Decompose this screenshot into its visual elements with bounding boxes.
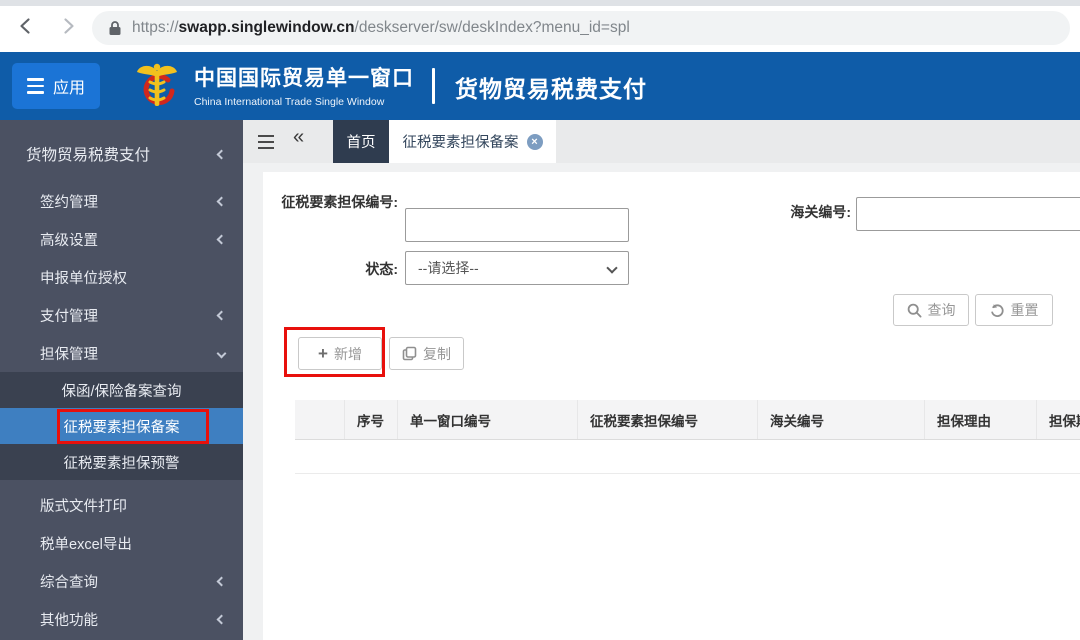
module-title: 货物贸易税费支付 bbox=[455, 70, 647, 104]
results-table: 序号单一窗口编号征税要素担保编号海关编号担保理由担保期限 bbox=[295, 400, 1080, 474]
tabbar-hamburger-icon[interactable] bbox=[258, 135, 274, 149]
apps-menu-label: 应用 bbox=[53, 74, 85, 98]
sidebar-item[interactable]: 申报单位授权 bbox=[0, 258, 243, 296]
url-text: https://swapp.singlewindow.cn/deskserver… bbox=[132, 19, 630, 37]
url-scheme: https:// bbox=[132, 19, 179, 36]
sidebar-subitem-label: 征税要素担保预警 bbox=[64, 452, 180, 473]
table-column-header: 担保理由 bbox=[925, 400, 1037, 439]
sidebar-item[interactable]: 税单excel导出 bbox=[0, 524, 243, 562]
browser-back-icon[interactable] bbox=[14, 14, 38, 38]
customs-no-input[interactable] bbox=[856, 197, 1080, 231]
sidebar-item-label: 高级设置 bbox=[40, 229, 98, 250]
sidebar-root-label: 货物贸易税费支付 bbox=[26, 143, 150, 165]
sidebar-root-item[interactable]: 货物贸易税费支付 bbox=[0, 132, 243, 176]
table-empty-row bbox=[295, 440, 1080, 474]
copy-button[interactable]: 复制 bbox=[389, 337, 464, 370]
search-button[interactable]: 查询 bbox=[893, 294, 969, 326]
header-divider bbox=[432, 68, 435, 104]
apps-hamburger-icon bbox=[27, 78, 44, 94]
search-button-label: 查询 bbox=[928, 300, 956, 320]
sidebar: 货物贸易税费支付 签约管理高级设置申报单位授权支付管理担保管理保函/保险备案查询… bbox=[0, 120, 243, 640]
status-label: 状态: bbox=[280, 260, 398, 279]
reset-button-label: 重置 bbox=[1011, 300, 1039, 320]
page: https://swapp.singlewindow.cn/deskserver… bbox=[0, 0, 1080, 640]
page-tabbar: « 首页 征税要素担保备案 × bbox=[243, 120, 1080, 163]
chevron-left-icon bbox=[217, 576, 227, 586]
table-column-header: 海关编号 bbox=[758, 400, 925, 439]
sidebar-item-label: 其他功能 bbox=[40, 609, 98, 630]
app-header: 应用 中国国际贸易单一窗口 China International Trade … bbox=[0, 52, 1080, 120]
sidebar-item[interactable]: 其他功能 bbox=[0, 600, 243, 638]
url-path: /deskserver/sw/deskIndex?menu_id=spl bbox=[355, 19, 630, 36]
sidebar-item[interactable]: 综合查询 bbox=[0, 562, 243, 600]
customs-no-label: 海关编号: bbox=[741, 203, 851, 222]
sidebar-item[interactable]: 高级设置 bbox=[0, 220, 243, 258]
table-column-header bbox=[295, 400, 345, 439]
chevron-left-icon bbox=[217, 614, 227, 624]
sidebar-subitem-label: 征税要素担保备案 bbox=[64, 416, 180, 437]
browser-chrome: https://swapp.singlewindow.cn/deskserver… bbox=[0, 0, 1080, 52]
sidebar-item[interactable]: 版式文件打印 bbox=[0, 486, 243, 524]
sidebar-subitem-label: 保函/保险备案查询 bbox=[61, 380, 181, 401]
brand-subtitle: China International Trade Single Window bbox=[194, 96, 414, 108]
add-button-label: 新增 bbox=[334, 344, 362, 364]
chevron-left-icon bbox=[217, 196, 227, 206]
status-select[interactable]: --请选择-- bbox=[405, 251, 629, 285]
plus-icon: + bbox=[318, 345, 328, 362]
customs-logo-icon bbox=[130, 60, 184, 114]
sidebar-item-label: 版式文件打印 bbox=[40, 495, 127, 516]
sidebar-item-label: 税单excel导出 bbox=[40, 533, 132, 554]
main-content: « 首页 征税要素担保备案 × 征税要素担保编号: 海关编号: 状态: --请选择-… bbox=[243, 120, 1080, 640]
table-column-header: 序号 bbox=[345, 400, 398, 439]
sidebar-subitem[interactable]: 保函/保险备案查询 bbox=[0, 372, 243, 408]
sidebar-item-label: 支付管理 bbox=[40, 305, 98, 326]
table-column-header: 征税要素担保编号 bbox=[578, 400, 758, 439]
sidebar-item[interactable]: 支付管理 bbox=[0, 296, 243, 334]
sidebar-item[interactable]: 签约管理 bbox=[0, 182, 243, 220]
tab-close-icon[interactable]: × bbox=[527, 134, 543, 150]
copy-icon bbox=[402, 346, 417, 361]
sidebar-subitem-selected[interactable]: 征税要素担保备案 bbox=[0, 408, 243, 444]
tab-label: 征税要素担保备案 bbox=[403, 131, 519, 152]
tabbar-rewind-icon[interactable]: « bbox=[293, 126, 304, 149]
tab-label: 首页 bbox=[347, 131, 376, 152]
lock-icon bbox=[108, 20, 122, 36]
chevron-left-icon bbox=[217, 234, 227, 244]
sidebar-item-label: 签约管理 bbox=[40, 191, 98, 212]
sidebar-subitem[interactable]: 征税要素担保预警 bbox=[0, 444, 243, 480]
brand-title: 中国国际贸易单一窗口 bbox=[194, 62, 414, 92]
chevron-down-icon bbox=[606, 262, 617, 273]
table-column-header: 单一窗口编号 bbox=[398, 400, 578, 439]
search-icon bbox=[907, 303, 922, 318]
reset-button[interactable]: 重置 bbox=[975, 294, 1053, 326]
chevron-left-icon bbox=[217, 310, 227, 320]
table-header-row: 序号单一窗口编号征税要素担保编号海关编号担保理由担保期限 bbox=[295, 400, 1080, 440]
guarantee-no-label: 征税要素担保编号: bbox=[280, 193, 398, 212]
copy-button-label: 复制 bbox=[423, 344, 451, 364]
sidebar-item-label: 担保管理 bbox=[40, 343, 98, 364]
add-button[interactable]: + 新增 bbox=[298, 337, 382, 370]
tab-guarantee-filing[interactable]: 征税要素担保备案 × bbox=[389, 120, 556, 163]
sidebar-item-label: 综合查询 bbox=[40, 571, 98, 592]
tab-home[interactable]: 首页 bbox=[333, 120, 389, 163]
table-column-header: 担保期限 bbox=[1037, 400, 1080, 439]
url-domain: swapp.singlewindow.cn bbox=[179, 19, 355, 36]
sidebar-submenu: 保函/保险备案查询征税要素担保备案征税要素担保预警 bbox=[0, 372, 243, 480]
browser-address-bar[interactable]: https://swapp.singlewindow.cn/deskserver… bbox=[92, 11, 1070, 45]
sidebar-item[interactable]: 担保管理 bbox=[0, 334, 243, 372]
brand-text: 中国国际贸易单一窗口 China International Trade Sin… bbox=[194, 62, 414, 108]
sidebar-menu: 签约管理高级设置申报单位授权支付管理担保管理保函/保险备案查询征税要素担保备案征… bbox=[0, 182, 243, 638]
guarantee-no-input[interactable] bbox=[405, 208, 629, 242]
chevron-left-icon bbox=[217, 149, 227, 159]
apps-menu-button[interactable]: 应用 bbox=[12, 63, 100, 109]
browser-tabstrip-edge bbox=[0, 0, 1080, 6]
chevron-down-icon bbox=[217, 348, 227, 358]
sidebar-item-label: 申报单位授权 bbox=[40, 267, 127, 288]
status-select-value: --请选择-- bbox=[418, 258, 479, 278]
browser-forward-icon[interactable] bbox=[56, 14, 80, 38]
reset-icon bbox=[990, 303, 1005, 318]
